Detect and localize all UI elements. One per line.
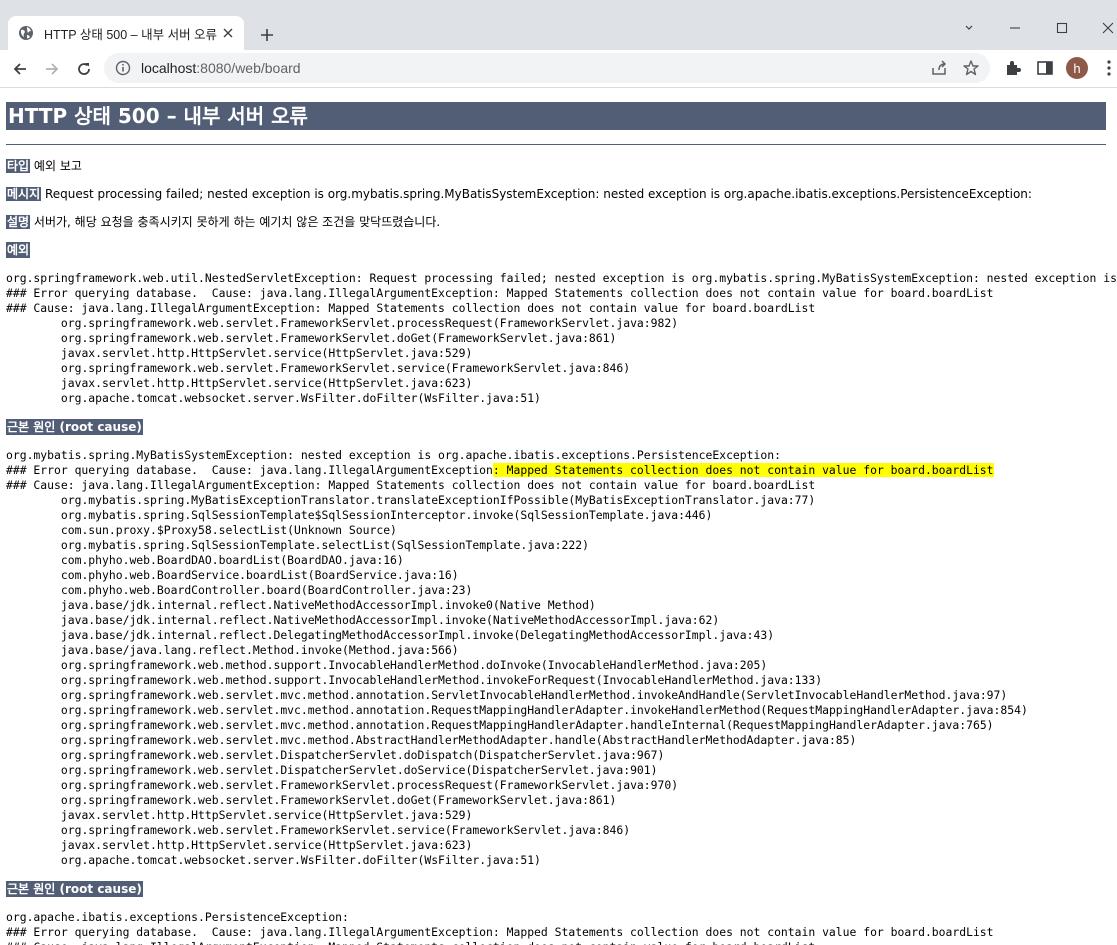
window-top-strip <box>0 0 1117 8</box>
avatar[interactable]: h <box>1066 57 1088 79</box>
menu-icon[interactable] <box>1104 58 1114 78</box>
info-icon[interactable] <box>115 60 131 76</box>
description-value: 서버가, 해당 요청을 충족시키지 못하게 하는 예기치 않은 조건을 맞닥뜨렸… <box>33 215 441 229</box>
type-value: 예외 보고 <box>33 159 82 173</box>
close-icon[interactable] <box>220 25 236 41</box>
minimize-window-icon[interactable] <box>992 14 1038 42</box>
plus-icon[interactable] <box>256 24 278 46</box>
window-close-icon[interactable] <box>1085 14 1117 42</box>
reload-icon[interactable] <box>72 57 96 81</box>
star-icon[interactable] <box>962 59 980 77</box>
root-cause-trace-2: org.apache.ibatis.exceptions.Persistence… <box>6 910 994 945</box>
root-cause-trace-1: org.mybatis.spring.MyBatisSystemExceptio… <box>6 448 1028 868</box>
root-cause-label-1: 근본 원인 (root cause) <box>6 419 143 435</box>
root1-line1: org.mybatis.spring.MyBatisSystemExceptio… <box>6 448 781 462</box>
sidepanel-icon[interactable] <box>1036 59 1054 77</box>
exception-trace: org.springframework.web.util.NestedServl… <box>6 271 1117 405</box>
description-label: 설명 <box>6 215 31 229</box>
error-page: HTTP 상태 500 – 내부 서버 오류 타입 예외 보고 메시지 Requ… <box>0 88 1117 945</box>
tab-bar: HTTP 상태 500 – 내부 서버 오류 <box>0 8 1117 50</box>
root1-rest: ### Cause: java.lang.IllegalArgumentExce… <box>6 478 1028 867</box>
root1-line2-start: ### Error querying database. Cause: java… <box>6 463 493 477</box>
forward-icon[interactable] <box>40 57 64 81</box>
globe-icon <box>19 26 33 40</box>
message-label: 메시지 <box>6 187 42 201</box>
browser-toolbar: localhost:8080/web/board <box>0 50 1117 88</box>
exception-label: 예외 <box>6 242 31 258</box>
message-value: Request processing failed; nested except… <box>44 187 1032 201</box>
share-icon[interactable] <box>930 59 948 77</box>
message-row: 메시지 Request processing failed; nested ex… <box>6 186 1032 202</box>
extensions-icon[interactable] <box>1004 59 1022 77</box>
url-host: localhost <box>141 60 197 76</box>
minimize-icon[interactable] <box>946 14 992 42</box>
url-text[interactable]: localhost:8080/web/board <box>141 60 301 76</box>
back-icon[interactable] <box>8 57 32 81</box>
type-label: 타입 <box>6 159 31 173</box>
address-bar[interactable]: localhost:8080/web/board <box>104 53 990 83</box>
highlighted-text: : Mapped Statements collection does not … <box>492 463 994 477</box>
description-row: 설명 서버가, 해당 요청을 충족시키지 못하게 하는 예기치 않은 조건을 맞… <box>6 214 440 230</box>
type-row: 타입 예외 보고 <box>6 158 82 174</box>
maximize-icon[interactable] <box>1039 14 1085 42</box>
root-cause-label-2: 근본 원인 (root cause) <box>6 881 143 897</box>
page-title: HTTP 상태 500 – 내부 서버 오류 <box>6 102 1106 130</box>
url-path: :8080/web/board <box>196 60 301 76</box>
divider <box>6 144 1106 145</box>
tab-title: HTTP 상태 500 – 내부 서버 오류 <box>44 27 218 42</box>
root1-line2: ### Error querying database. Cause: java… <box>6 463 994 477</box>
active-tab[interactable]: HTTP 상태 500 – 내부 서버 오류 <box>8 16 244 50</box>
